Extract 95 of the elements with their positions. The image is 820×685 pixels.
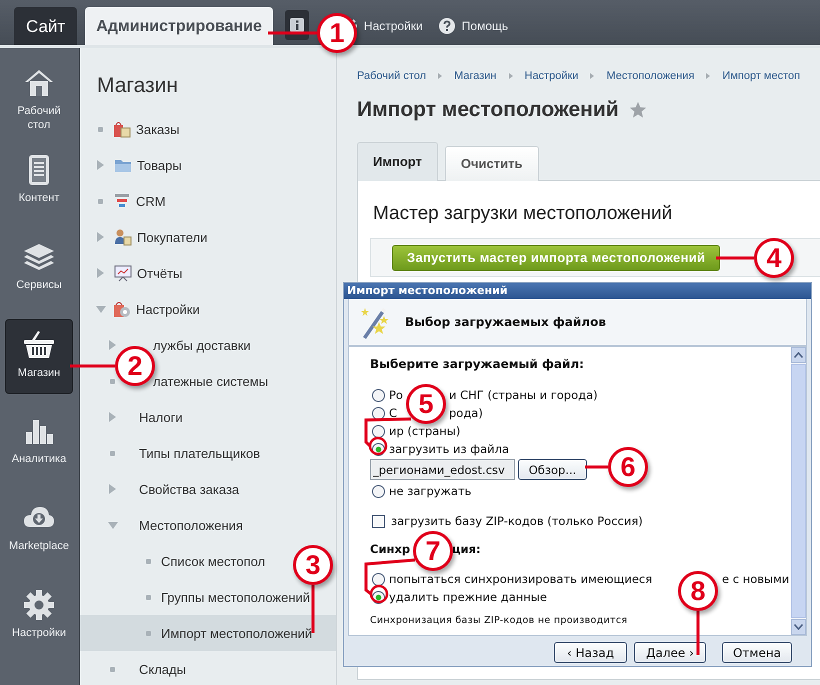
radio-label: Ро (389, 388, 403, 402)
rail-item[interactable]: Рабочий стол (5, 58, 73, 133)
breadcrumb-link[interactable]: Магазин (454, 70, 496, 82)
menu-item[interactable]: Список местопол (161, 554, 266, 568)
section-heading: ция: (452, 541, 481, 558)
section-heading: Выберите загружаемый файл: (370, 356, 585, 373)
checkbox-label: загрузить базу ZIP-кодов (только Россия) (391, 514, 643, 528)
breadcrumb-separator-icon (590, 73, 594, 79)
dialog-title: Импорт местоположений (344, 283, 811, 299)
section-heading: Синхр (370, 542, 410, 556)
bullet-icon (146, 594, 151, 600)
radio-label: попытаться синхронизировать имеющиеся (389, 572, 652, 586)
menu-item[interactable]: лужбы доставки (153, 338, 251, 352)
leader-line (312, 585, 314, 633)
rail-item[interactable]: Аналитика (5, 406, 73, 481)
breadcrumb-link[interactable]: Рабочий стол (357, 70, 426, 82)
radio-button[interactable] (372, 406, 385, 420)
menu-item[interactable]: Группы местоположений (161, 590, 310, 604)
menu-item[interactable]: CRM (136, 194, 166, 208)
page-tab[interactable]: Очистить (444, 146, 538, 181)
radio-label: ир (страны) (389, 424, 460, 438)
menu-item[interactable]: Товары (137, 158, 182, 172)
radio-button[interactable] (372, 572, 385, 586)
radio-button[interactable] (372, 424, 385, 438)
crm-icon (113, 192, 131, 210)
leader-line (70, 364, 115, 368)
note-text: Синхронизация базы ZIP-кодов не производится (370, 614, 628, 628)
breadcrumb-link[interactable]: Местоположения (606, 70, 694, 82)
breadcrumb-link[interactable]: Настройки (524, 70, 578, 82)
radio-label: удалить прежние данные (389, 590, 547, 604)
bullet-icon (98, 126, 103, 132)
gear-icon (22, 588, 56, 622)
rail-item[interactable]: Сервисы (5, 232, 73, 307)
page-tab[interactable]: Импорт (357, 142, 438, 181)
page-title: Импорт местоположений (357, 98, 619, 122)
bullet-icon (110, 378, 115, 384)
top-link[interactable]: Настройки (364, 19, 423, 33)
breadcrumb-separator-icon (438, 73, 442, 79)
menu-item[interactable]: латежные системы (153, 374, 268, 388)
leader-line (716, 256, 754, 260)
people-icon (114, 228, 132, 246)
breadcrumb-separator-icon (706, 73, 710, 79)
leader-line (696, 611, 700, 655)
info-icon (290, 18, 304, 32)
section-title: Мастер загрузки местоположений (372, 202, 674, 226)
board-icon (114, 264, 132, 282)
menu-item[interactable]: Импорт местоположений (80, 615, 336, 651)
file-path-field[interactable]: _регионами_edost.csv (370, 459, 515, 480)
bullet-icon (98, 198, 103, 204)
radio-label: не загружать (389, 484, 472, 498)
help-icon (438, 18, 455, 34)
bag-icon (113, 120, 131, 138)
scroll-down-icon[interactable] (791, 619, 806, 635)
top-tab[interactable]: Администрирование (85, 7, 273, 45)
menu-item[interactable]: Покупатели (137, 230, 208, 244)
menu-item[interactable]: Склады (139, 662, 186, 676)
menu-item[interactable]: Заказы (136, 122, 180, 136)
top-link[interactable]: Помощь (462, 19, 508, 33)
radio-label: загрузить из файла (389, 442, 510, 456)
back-button[interactable]: ‹ Назад (554, 642, 627, 663)
radio-label: и СНГ (страны и города) (449, 388, 598, 402)
step-title: Выбор загружаемых файлов (405, 315, 606, 329)
rail-item[interactable]: Магазин (5, 319, 73, 394)
menu-item[interactable]: Настройки (136, 302, 200, 316)
bullet-icon (146, 630, 151, 636)
rail-item[interactable]: Настройки (5, 580, 73, 655)
info-button[interactable] (284, 10, 309, 40)
menu-item[interactable]: Местоположения (139, 518, 243, 532)
scroll-up-icon[interactable] (791, 347, 806, 363)
next-button[interactable]: Далее › (634, 642, 706, 663)
menu-title: Магазин (96, 73, 180, 99)
gearbag-icon (113, 300, 131, 318)
radio-label: е с новыми (722, 572, 790, 586)
breadcrumb-separator-icon (508, 73, 512, 79)
bullet-icon (146, 558, 151, 564)
bullet-icon (110, 666, 115, 672)
leader-line (268, 32, 317, 34)
breadcrumb-link[interactable]: Импорт местоп (722, 70, 800, 82)
top-tab[interactable]: Сайт (14, 7, 78, 45)
rail-item[interactable]: Контент (5, 145, 73, 220)
radio-label: рода) (449, 406, 483, 420)
menu-item[interactable]: Налоги (139, 410, 183, 424)
radio-button[interactable] (372, 388, 385, 402)
checkbox[interactable] (372, 514, 385, 528)
radio-button[interactable] (372, 484, 385, 498)
star-icon[interactable] (628, 101, 647, 119)
menu-item[interactable]: Отчёты (137, 266, 182, 280)
radio-label: С (389, 406, 398, 420)
cancel-button[interactable]: Отмена (722, 642, 792, 663)
rail-item[interactable]: Marketplace (5, 493, 73, 568)
leader-line (585, 466, 608, 468)
browse-button[interactable]: Обзор... (518, 459, 587, 480)
menu-item[interactable]: Свойства заказа (139, 482, 240, 496)
bullet-icon (110, 450, 115, 456)
menu-item[interactable]: Типы плательщиков (139, 446, 260, 460)
